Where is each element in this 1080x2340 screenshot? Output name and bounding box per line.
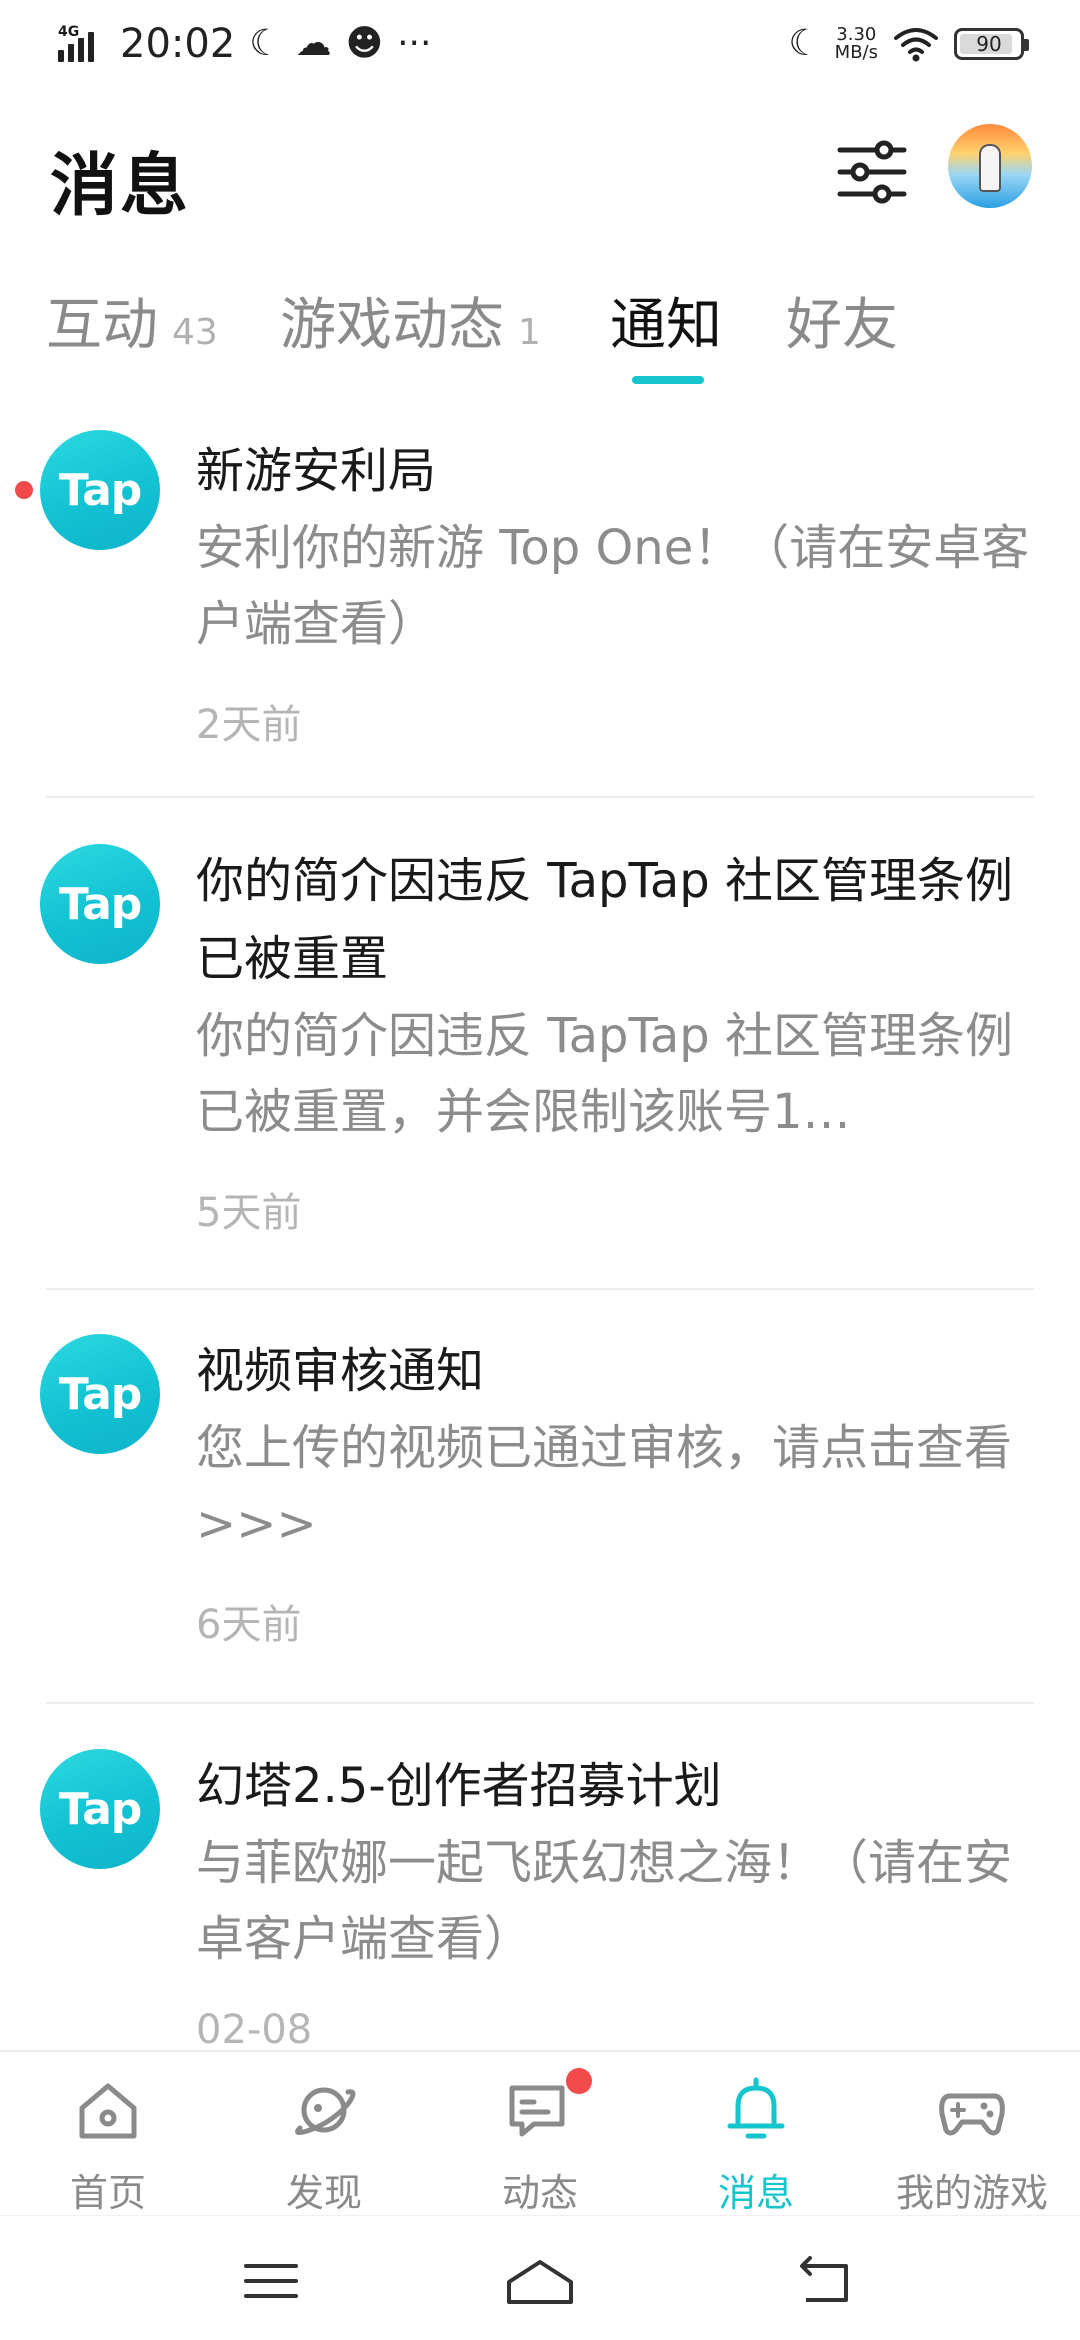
logo-text: Tap [58,1368,143,1420]
tab-count: 43 [172,312,218,353]
notification-content: 新游安利局 安利你的新游 Top One！（请在安卓客户端查看） 2天前 [196,432,1030,750]
tab-label: 好友 [786,293,898,358]
notification-body: 你的简介因违反 TapTap 社区管理条例已被重置，并会限制该账号1… [196,1008,1014,1140]
message-tabs: 互动 43 游戏动态 1 通知 好友 [0,280,1080,390]
logo-text: Tap [58,878,143,930]
menu-icon[interactable] [236,2246,306,2316]
nav-my-games[interactable]: 我的游戏 [864,2052,1080,2217]
divider [46,1702,1034,1704]
planet-icon [295,2087,356,2136]
nav-label: 消息 [717,2171,794,2215]
notification-content: 幻塔2.5-创作者招募计划 与菲欧娜一起飞跃幻想之海！（请在安卓客户端查看） 0… [196,1747,1030,2050]
list-item[interactable]: Tap 幻塔2.5-创作者招募计划 与菲欧娜一起飞跃幻想之海！（请在安卓客户端查… [0,1705,1080,2050]
header: 消息 [0,110,1080,240]
notification-title: 幻塔2.5-创作者招募计划 [196,1758,722,1814]
feed-badge-dot [566,2068,592,2094]
notification-time: 2天前 [196,702,302,748]
status-time: 20:02 [120,21,236,67]
battery-icon: 90 [954,28,1029,60]
status-left: 4G 20:02 ☾ ☁ ☻ ··· [58,14,431,74]
network-speed: 3.30 MB/s [835,26,878,62]
list-item[interactable]: Tap 视频审核通知 您上传的视频已通过审核，请点击查看>>> 6天前 [0,1290,1080,1705]
page-title: 消息 [50,147,191,226]
cellular-signal-icon: 4G [58,22,106,66]
tab-friends[interactable]: 好友 [786,280,898,380]
moon-icon: ☾ [249,23,282,64]
nav-messages[interactable]: 消息 [648,2052,864,2217]
avatar-figure [979,144,1001,192]
user-avatar[interactable] [948,124,1032,208]
home-button-icon[interactable] [505,2246,575,2316]
bell-icon [727,2077,785,2139]
filter-settings-icon[interactable] [832,132,912,212]
tab-notifications[interactable]: 通知 [610,280,722,380]
dnd-moon-icon: ☾ [788,23,821,64]
tab-interaction[interactable]: 互动 43 [46,280,218,380]
notification-title: 新游安利局 [196,443,437,499]
app-notification-icon: ☻ [345,23,384,64]
notification-title: 视频审核通知 [196,1343,485,1399]
logo-text: Tap [58,464,143,516]
notification-body: 您上传的视频已通过审核，请点击查看>>> [196,1420,1013,1552]
notification-body: 安利你的新游 Top One！（请在安卓客户端查看） [196,520,1030,652]
back-icon[interactable] [790,2246,860,2316]
active-tab-indicator [632,376,704,384]
cloud-icon: ☁ [295,23,332,64]
notification-list: Tap 新游安利局 安利你的新游 Top One！（请在安卓客户端查看） 2天前… [0,420,1080,2050]
taptap-logo-icon: Tap [40,430,160,550]
chat-icon [509,2085,565,2137]
home-icon [79,2083,137,2139]
nav-label: 我的游戏 [895,2171,1048,2215]
unread-dot [15,481,33,499]
notification-time: 02-08 [196,2007,313,2050]
nav-discover[interactable]: 发现 [216,2052,432,2217]
screen: 4G 20:02 ☾ ☁ ☻ ··· ☾ 3.30 MB/s 90 消息 互动 … [0,0,1080,2340]
system-nav-bar [0,2215,1080,2340]
notification-title: 你的简介因违反 TapTap 社区管理条例已被重置 [196,853,1014,987]
network-type: 4G [58,24,80,40]
taptap-logo-icon: Tap [40,844,160,964]
wifi-icon [894,28,938,62]
logo-text: Tap [58,1783,143,1835]
nav-label: 首页 [69,2171,146,2215]
tab-game-updates[interactable]: 游戏动态 1 [280,280,541,380]
list-item[interactable]: Tap 新游安利局 安利你的新游 Top One！（请在安卓客户端查看） 2天前 [0,420,1080,800]
taptap-logo-icon: Tap [40,1749,160,1869]
notification-time: 5天前 [196,1190,302,1236]
tab-label: 互动 [46,293,158,358]
bottom-nav: 首页 发现 动态 消息 我的游戏 [0,2050,1080,2215]
notification-content: 视频审核通知 您上传的视频已通过审核，请点击查看>>> 6天前 [196,1332,1030,1650]
tab-count: 1 [518,312,541,353]
notification-body: 与菲欧娜一起飞跃幻想之海！（请在安卓客户端查看） [196,1835,1013,1967]
taptap-logo-icon: Tap [40,1334,160,1454]
status-right: ☾ 3.30 MB/s 90 [788,14,1029,74]
notification-time: 6天前 [196,1602,302,1648]
gamepad-icon [939,2093,1005,2136]
list-item[interactable]: Tap 你的简介因违反 TapTap 社区管理条例已被重置 你的简介因违反 Ta… [0,800,1080,1290]
tab-label: 通知 [610,293,722,358]
divider [46,796,1034,798]
notification-content: 你的简介因违反 TapTap 社区管理条例已被重置 你的简介因违反 TapTap… [196,842,1030,1238]
nav-feed[interactable]: 动态 [432,2052,648,2217]
tab-label: 游戏动态 [280,293,504,358]
status-bar: 4G 20:02 ☾ ☁ ☻ ··· ☾ 3.30 MB/s 90 [0,0,1080,90]
nav-label: 发现 [285,2171,362,2215]
nav-label: 动态 [501,2171,578,2215]
speed-unit: MB/s [834,42,878,63]
nav-home[interactable]: 首页 [0,2052,216,2217]
battery-level: 90 [976,32,1002,56]
more-notifications-icon: ··· [397,23,432,64]
